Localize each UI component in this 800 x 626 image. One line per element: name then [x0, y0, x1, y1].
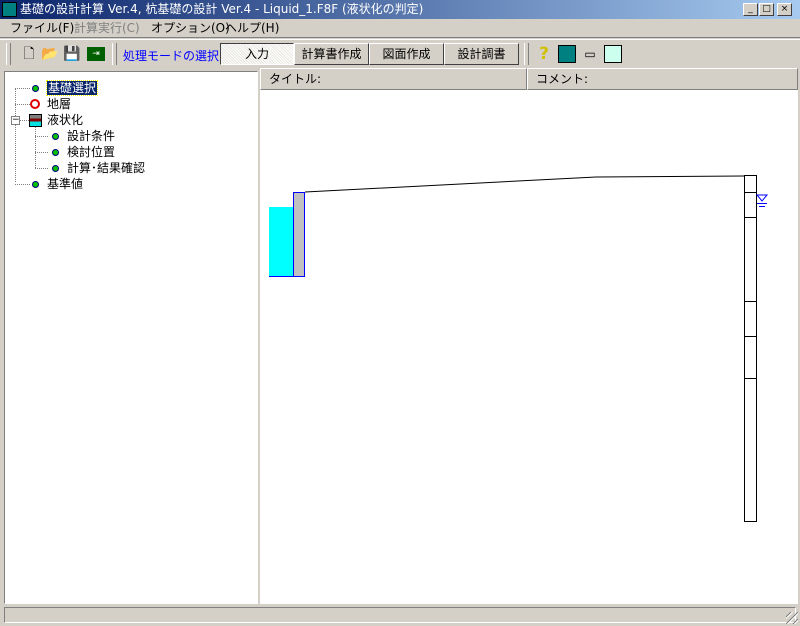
- tree-item-design-conditions[interactable]: 設計条件: [67, 128, 115, 144]
- close-button[interactable]: ×: [777, 3, 792, 16]
- menu-file[interactable]: ファイル(F): [6, 21, 78, 36]
- title-header[interactable]: タイトル:: [260, 68, 527, 90]
- status-dot-icon: [32, 85, 39, 92]
- mode-drawing-button[interactable]: 図面作成: [369, 43, 444, 65]
- card-icon[interactable]: ▭: [581, 45, 599, 63]
- tree-item-foundation-select[interactable]: 基礎選択: [45, 80, 99, 96]
- status-bar: [4, 607, 796, 623]
- print-icon[interactable]: [604, 45, 622, 63]
- layout-icon[interactable]: [558, 45, 576, 63]
- tree-item-liquefaction[interactable]: 液状化: [47, 112, 83, 128]
- tree-item-standard-values[interactable]: 基準値: [47, 176, 83, 192]
- drawing-canvas[interactable]: [260, 90, 798, 604]
- water-body: [269, 207, 293, 276]
- status-dot-icon: [52, 149, 59, 156]
- save-icon[interactable]: 💾: [63, 45, 81, 63]
- prohibited-icon: [30, 99, 40, 109]
- tree-item-check-position[interactable]: 検討位置: [67, 144, 115, 160]
- comment-label: コメント:: [536, 72, 589, 86]
- status-dot-icon: [52, 133, 59, 140]
- new-file-icon[interactable]: 🗋: [20, 45, 38, 63]
- menu-help[interactable]: ヘルプ(H): [221, 21, 283, 36]
- collapse-toggle[interactable]: −: [11, 116, 20, 125]
- title-label: タイトル:: [269, 72, 322, 86]
- status-dot-icon: [32, 181, 39, 188]
- tree-item-strata[interactable]: 地層: [47, 96, 71, 112]
- liquefaction-icon: [29, 114, 42, 127]
- status-dot-icon: [52, 165, 59, 172]
- water-level-icon: [755, 194, 769, 207]
- ground-surface-line: [304, 175, 745, 193]
- minimize-button[interactable]: _: [743, 3, 758, 16]
- maximize-button[interactable]: □: [759, 3, 774, 16]
- toolbar-grip[interactable]: [6, 43, 11, 65]
- app-icon: [2, 2, 17, 17]
- soil-column: [744, 175, 757, 522]
- menu-calc[interactable]: 計算実行(C): [70, 21, 144, 36]
- help-icon[interactable]: ?: [535, 45, 553, 63]
- open-folder-icon[interactable]: 📂: [41, 45, 59, 63]
- resize-grip-icon[interactable]: [786, 612, 798, 624]
- toolbar-grip[interactable]: [524, 43, 529, 65]
- exit-icon[interactable]: ⇥: [87, 47, 105, 61]
- toolbar: 🗋 📂 💾 ⇥ 処理モードの選択 入力 計算書作成 図面作成 設計調書 ? ▭: [0, 39, 800, 67]
- toolbar-grip[interactable]: [112, 43, 117, 65]
- mode-report-button[interactable]: 計算書作成: [294, 43, 369, 65]
- tree-view[interactable]: − 基礎選択 地層 液状化 設計条件 検討位置 計算･結果確認 基準値: [4, 71, 258, 604]
- mode-summary-button[interactable]: 設計調書: [444, 43, 519, 65]
- tree-item-calc-results[interactable]: 計算･結果確認: [67, 160, 145, 176]
- comment-header[interactable]: コメント:: [527, 68, 798, 90]
- title-bar: 基礎の設計計算 Ver.4, 杭基礎の設計 Ver.4 - Liquid_1.F…: [0, 0, 800, 19]
- menu-bar: ファイル(F) 計算実行(C) オプション(O) ヘルプ(H): [0, 19, 800, 38]
- tree-item-label: 基礎選択: [45, 80, 99, 96]
- mode-select-label: 処理モードの選択: [123, 49, 220, 63]
- mode-input-button[interactable]: 入力: [220, 43, 294, 65]
- window-title: 基礎の設計計算 Ver.4, 杭基礎の設計 Ver.4 - Liquid_1.F…: [20, 2, 424, 16]
- cross-section-drawing: [269, 175, 769, 522]
- wall-structure: [293, 192, 305, 277]
